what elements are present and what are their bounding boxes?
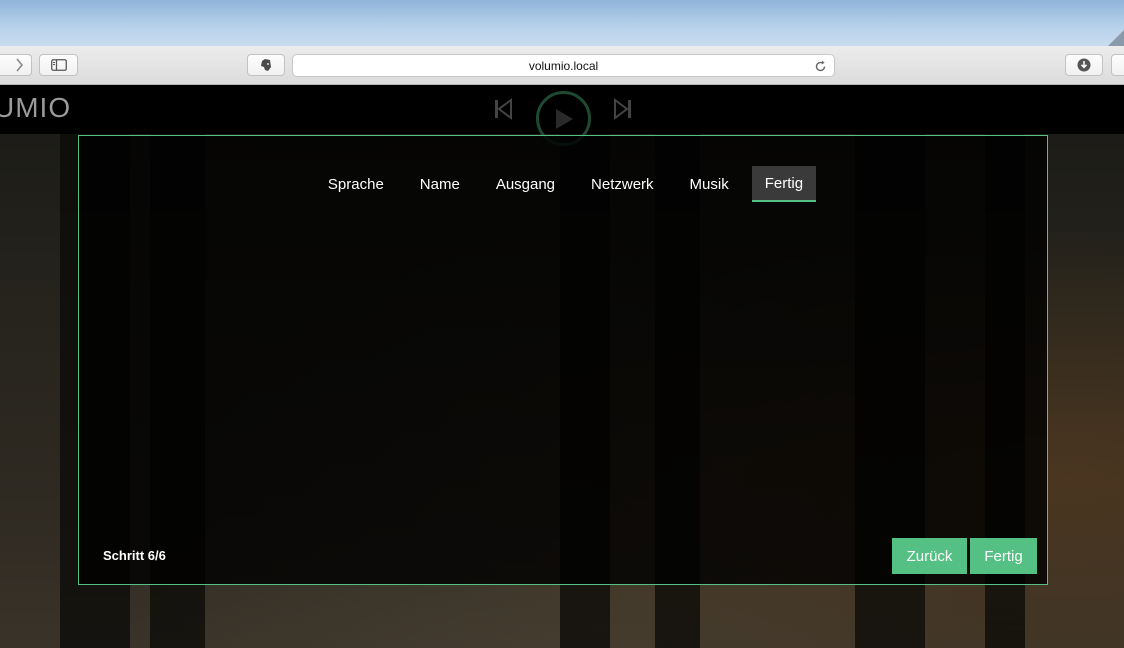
desktop-mountain	[1108, 30, 1124, 46]
play-icon	[555, 108, 573, 129]
downloads-button[interactable]	[1065, 54, 1103, 76]
extension-button[interactable]	[247, 54, 285, 76]
download-icon	[1077, 58, 1091, 72]
volumio-app: UMIO Sprache Name Ausgang Netzwerk Musik…	[0, 86, 1124, 648]
finish-button[interactable]: Fertig	[970, 538, 1037, 574]
reload-icon[interactable]	[812, 58, 828, 74]
address-url: volumio.local	[528, 58, 599, 73]
wizard-step-fertig[interactable]: Fertig	[751, 166, 817, 202]
browser-toolbar: volumio.local	[0, 46, 1124, 85]
skip-forward-icon[interactable]	[614, 98, 632, 120]
toolbar-overflow-button[interactable]	[1111, 54, 1124, 76]
wizard-step-netzwerk[interactable]: Netzwerk	[573, 166, 672, 202]
wizard-step-musik[interactable]: Musik	[672, 166, 747, 202]
chevron-right-icon	[15, 58, 23, 72]
address-bar[interactable]: volumio.local	[292, 54, 835, 77]
back-step-button[interactable]: Zurück	[892, 538, 967, 574]
wizard-steps: Sprache Name Ausgang Netzwerk Musik Fert…	[79, 166, 1047, 202]
desktop-background	[0, 0, 1124, 46]
evernote-icon	[261, 59, 271, 71]
wizard-step-sprache[interactable]: Sprache	[310, 166, 402, 202]
forward-button[interactable]	[6, 54, 32, 76]
skip-back-icon[interactable]	[494, 98, 512, 120]
setup-wizard-modal: Sprache Name Ausgang Netzwerk Musik Fert…	[78, 135, 1048, 585]
wizard-step-name[interactable]: Name	[402, 166, 478, 202]
wizard-step-ausgang[interactable]: Ausgang	[478, 166, 573, 202]
step-counter: Schritt 6/6	[103, 548, 166, 563]
volumio-logo: UMIO	[0, 92, 72, 123]
sidebar-toggle-button[interactable]	[39, 54, 78, 76]
sidebar-icon	[50, 59, 67, 71]
